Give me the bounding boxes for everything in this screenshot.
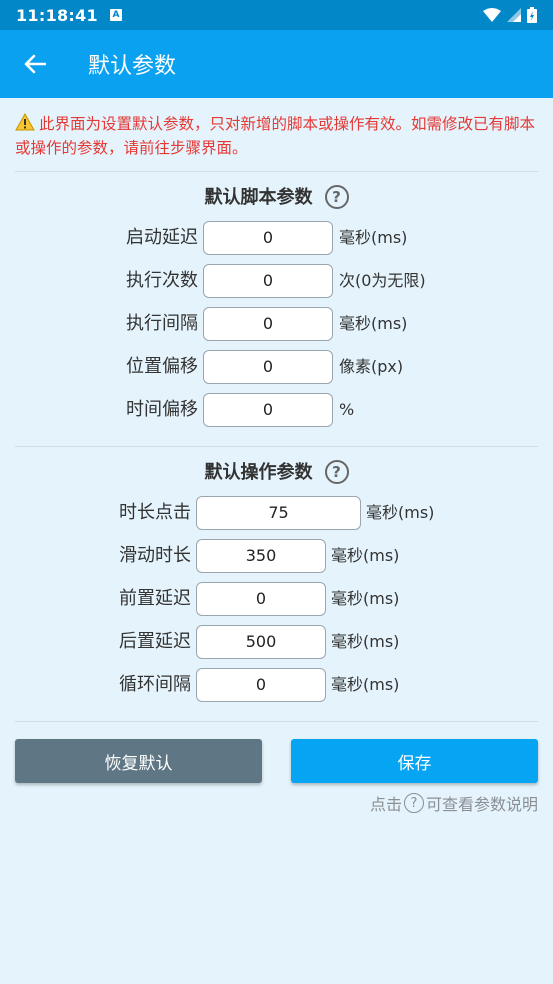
param-row-run-interval: 执行间隔 0 毫秒(ms): [0, 307, 553, 341]
param-label: 执行次数: [126, 270, 198, 291]
reset-defaults-button[interactable]: 恢复默认: [15, 739, 262, 783]
param-label: 启动延迟: [126, 227, 198, 248]
param-unit: 像素(px): [339, 357, 404, 376]
param-unit: 毫秒(ms): [331, 675, 400, 694]
wifi-icon: [483, 8, 501, 22]
param-unit: %: [339, 400, 355, 419]
help-hint: 点击 ? 可查看参数说明: [370, 791, 538, 815]
param-label: 循环间隔: [119, 674, 191, 695]
param-label: 时间偏移: [126, 399, 198, 420]
swipe-duration-input[interactable]: 350: [196, 539, 326, 573]
param-row-pre-delay: 前置延迟 0 毫秒(ms): [0, 582, 553, 616]
param-unit: 毫秒(ms): [339, 314, 408, 333]
param-label: 滑动时长: [119, 545, 191, 566]
param-unit: 毫秒(ms): [339, 228, 408, 247]
time-offset-input[interactable]: 0: [203, 393, 333, 427]
script-help-icon[interactable]: ?: [324, 185, 349, 209]
hint-text-after: 可查看参数说明: [425, 795, 538, 814]
warning-message: 此界面为设置默认参数，只对新增的脚本或操作有效。如需修改已有脚本或操作的参数，请…: [15, 112, 540, 160]
signal-icon: [507, 8, 521, 22]
param-label: 执行间隔: [126, 313, 198, 334]
param-label: 后置延迟: [119, 631, 191, 652]
param-row-long-press: 时长点击 75 毫秒(ms): [0, 496, 553, 530]
param-row-time-offset: 时间偏移 0 %: [0, 393, 553, 427]
divider: [15, 446, 538, 447]
action-params-title-text: 默认操作参数: [204, 462, 313, 483]
hint-text-before: 点击: [369, 795, 402, 814]
long-press-input[interactable]: 75: [196, 496, 361, 530]
param-unit: 次(0为无限): [339, 271, 426, 290]
action-params-title: 默认操作参数?: [0, 458, 553, 484]
status-time: 11:18:41: [16, 5, 98, 25]
battery-charging-icon: [527, 7, 537, 23]
param-row-loop-interval: 循环间隔 0 毫秒(ms): [0, 668, 553, 702]
param-unit: 毫秒(ms): [331, 589, 400, 608]
position-offset-input[interactable]: 0: [203, 350, 333, 384]
run-interval-input[interactable]: 0: [203, 307, 333, 341]
arrow-left-icon: [24, 54, 46, 74]
divider: [15, 171, 538, 172]
param-label: 位置偏移: [126, 356, 198, 377]
pre-delay-input[interactable]: 0: [196, 582, 326, 616]
status-icons: [483, 7, 537, 23]
param-row-run-count: 执行次数 0 次(0为无限): [0, 264, 553, 298]
post-delay-input[interactable]: 500: [196, 625, 326, 659]
param-label: 前置延迟: [119, 588, 191, 609]
param-row-post-delay: 后置延迟 500 毫秒(ms): [0, 625, 553, 659]
warning-icon: [15, 113, 35, 131]
question-circle-icon: ?: [403, 793, 424, 813]
back-button[interactable]: [0, 30, 70, 98]
param-label: 时长点击: [119, 502, 191, 523]
page-title: 默认参数: [88, 54, 177, 79]
loop-interval-input[interactable]: 0: [196, 668, 326, 702]
warning-text: 此界面为设置默认参数，只对新增的脚本或操作有效。如需修改已有脚本或操作的参数，请…: [15, 115, 536, 157]
status-bar: 11:18:41 A: [0, 0, 553, 30]
divider: [15, 721, 538, 722]
param-unit: 毫秒(ms): [366, 503, 435, 522]
script-params-title-text: 默认脚本参数: [204, 187, 313, 208]
param-unit: 毫秒(ms): [331, 632, 400, 651]
run-count-input[interactable]: 0: [203, 264, 333, 298]
start-delay-input[interactable]: 0: [203, 221, 333, 255]
action-help-icon[interactable]: ?: [324, 460, 349, 484]
app-bar: 默认参数: [0, 30, 553, 98]
param-row-swipe-duration: 滑动时长 350 毫秒(ms): [0, 539, 553, 573]
script-params-title: 默认脚本参数?: [0, 183, 553, 209]
param-row-start-delay: 启动延迟 0 毫秒(ms): [0, 221, 553, 255]
param-row-position-offset: 位置偏移 0 像素(px): [0, 350, 553, 384]
accessibility-notification-icon: A: [110, 9, 122, 21]
save-button[interactable]: 保存: [291, 739, 538, 783]
param-unit: 毫秒(ms): [331, 546, 400, 565]
